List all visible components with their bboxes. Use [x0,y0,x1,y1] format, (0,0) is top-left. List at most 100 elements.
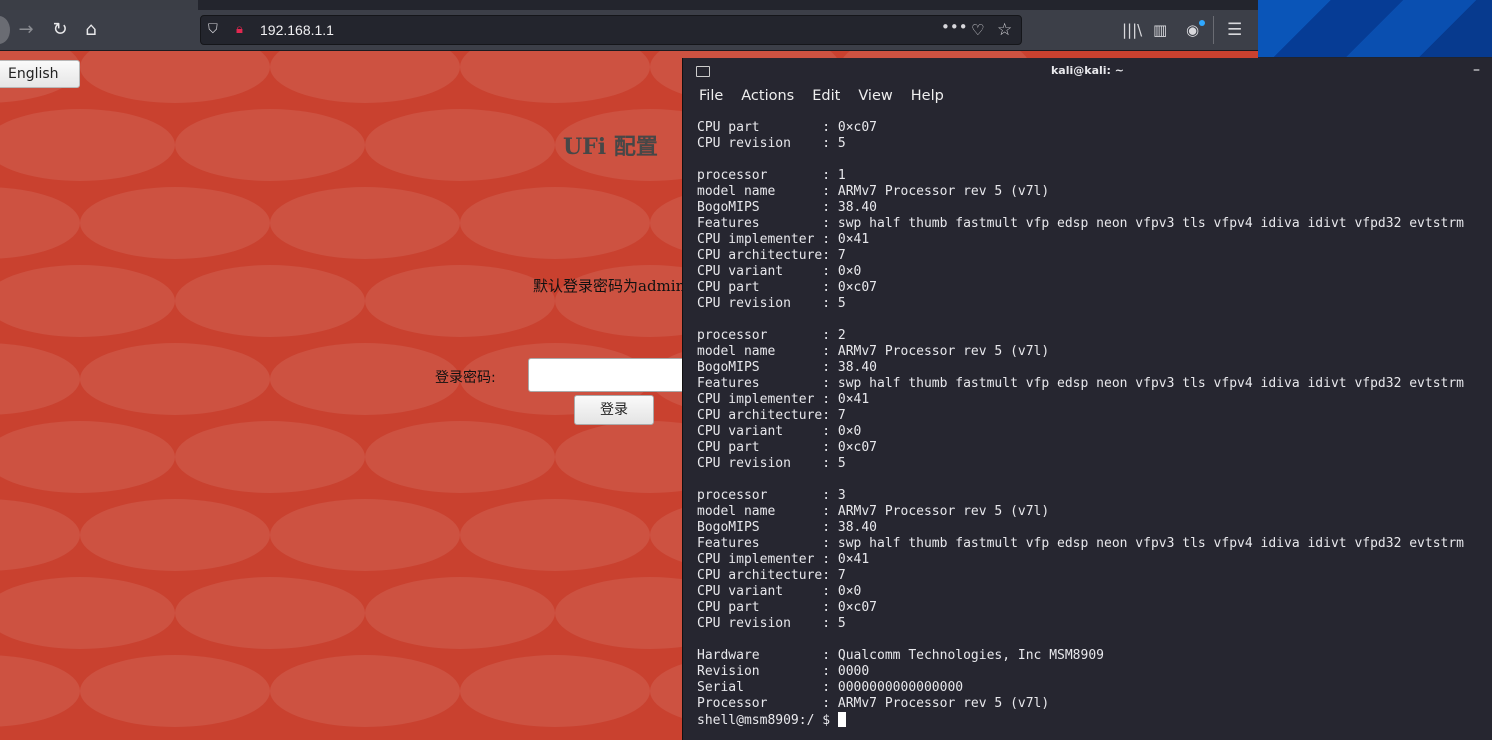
pattern-oval [365,109,555,181]
terminal-line: CPU revision : 5 [697,296,846,311]
terminal-line: CPU variant : 0×0 [697,584,862,599]
terminal-line: Serial : 0000000000000000 [697,680,964,695]
home-icon[interactable]: ⌂ [79,18,103,42]
terminal-line: CPU implementer : 0×41 [697,392,870,407]
pattern-oval [365,577,555,649]
terminal-line: CPU architecture: 7 [697,408,846,423]
menu-edit[interactable]: Edit [812,88,840,104]
terminal-line: Hardware : Qualcomm Technologies, Inc MS… [697,648,1104,663]
terminal-title: kali@kali: ~ [1050,64,1124,77]
shield-icon[interactable]: ⛉ [208,15,218,45]
terminal-line: CPU part : 0×c07 [697,280,878,295]
pattern-oval [460,187,650,259]
terminal-line: CPU architecture: 7 [697,568,846,583]
terminal-menubar: File Actions Edit View Help [699,88,944,104]
menu-actions[interactable]: Actions [741,88,794,104]
terminal-prompt[interactable]: shell@msm8909:/ $ [697,712,1464,729]
terminal-window[interactable]: kali@kali: ~ – File Actions Edit View He… [682,58,1492,740]
pattern-oval [365,421,555,493]
pattern-oval [80,499,270,571]
sidebar-icon[interactable]: ▥ [1153,15,1167,45]
pattern-oval [460,655,650,727]
terminal-line: CPU revision : 5 [697,456,846,471]
terminal-line: CPU variant : 0×0 [697,424,862,439]
page-title: UFi 配置 [563,134,658,160]
pattern-oval [175,109,365,181]
pattern-oval [175,577,365,649]
terminal-line: BogoMIPS : 38.40 [697,200,878,215]
minimize-button[interactable]: – [1473,62,1480,78]
default-password-hint: 默认登录密码为admin [533,277,686,295]
terminal-line: Features : swp half thumb fastmult vfp e… [697,376,1465,391]
pattern-oval [270,343,460,415]
account-icon[interactable]: ◉ [1186,15,1199,45]
terminal-line: processor : 3 [697,488,846,503]
language-button[interactable]: English [0,60,80,88]
terminal-line: processor : 1 [697,168,846,183]
back-icon[interactable] [0,16,10,44]
pattern-oval [0,577,175,649]
pattern-oval [270,499,460,571]
pattern-oval [0,109,175,181]
terminal-line: CPU revision : 5 [697,136,846,151]
terminal-output[interactable]: CPU part : 0×c07 CPU revision : 5 process… [697,120,1464,729]
pattern-oval [175,421,365,493]
pattern-oval [0,343,80,415]
pattern-oval [460,51,650,103]
url-text[interactable]: 192.168.1.1 [260,22,334,38]
pocket-icon[interactable]: ♡ [971,15,984,45]
terminal-line: CPU part : 0×c07 [697,440,878,455]
url-bar[interactable]: ⛉ 🔒︎ 192.168.1.1 ••• ♡ ☆ [200,15,1022,45]
notification-dot [1199,20,1205,26]
forward-icon[interactable]: → [14,18,38,42]
terminal-line: model name : ARMv7 Processor rev 5 (v7l) [697,344,1050,359]
pattern-oval [80,51,270,103]
prompt-text: shell@msm8909:/ $ [697,713,838,728]
tab-area[interactable] [198,0,1258,10]
cursor [837,712,846,727]
terminal-line: CPU implementer : 0×41 [697,232,870,247]
terminal-line: CPU variant : 0×0 [697,264,862,279]
terminal-line: Features : swp half thumb fastmult vfp e… [697,216,1465,231]
menu-view[interactable]: View [858,88,892,104]
terminal-line: CPU implementer : 0×41 [697,552,870,567]
more-icon[interactable]: ••• [941,12,968,42]
terminal-line: BogoMIPS : 38.40 [697,360,878,375]
pattern-oval [80,343,270,415]
terminal-line: BogoMIPS : 38.40 [697,520,878,535]
pattern-oval [175,265,365,337]
terminal-line: model name : ARMv7 Processor rev 5 (v7l) [697,504,1050,519]
pattern-oval [0,265,175,337]
terminal-line: CPU part : 0×c07 [697,600,878,615]
terminal-line: CPU part : 0×c07 [697,120,878,135]
pattern-oval [270,187,460,259]
browser-toolbar: → ↻ ⌂ ⛉ 🔒︎ 192.168.1.1 ••• ♡ ☆ |||\ ▥ ◉ … [0,10,1258,51]
terminal-line: Processor : ARMv7 Processor rev 5 (v7l) [697,696,1050,711]
pattern-oval [0,187,80,259]
reload-icon[interactable]: ↻ [48,18,72,42]
menu-help[interactable]: Help [911,88,944,104]
pattern-oval [0,421,175,493]
star-icon[interactable]: ☆ [997,15,1012,45]
pattern-oval [80,655,270,727]
pattern-oval [80,187,270,259]
terminal-line: model name : ARMv7 Processor rev 5 (v7l) [697,184,1050,199]
pattern-oval [270,51,460,103]
pattern-oval [0,655,80,727]
library-icon[interactable]: |||\ [1122,15,1142,45]
terminal-line: processor : 2 [697,328,846,343]
menu-icon[interactable]: ☰ [1227,15,1242,45]
terminal-line: Features : swp half thumb fastmult vfp e… [697,536,1465,551]
menu-file[interactable]: File [699,88,723,104]
terminal-line: CPU architecture: 7 [697,248,846,263]
desktop-background [1258,0,1492,57]
terminal-line: CPU revision : 5 [697,616,846,631]
pattern-oval [460,499,650,571]
insecure-lock-icon[interactable]: 🔒︎ [236,15,243,45]
login-button[interactable]: 登录 [574,395,654,425]
terminal-line: Revision : 0000 [697,664,870,679]
